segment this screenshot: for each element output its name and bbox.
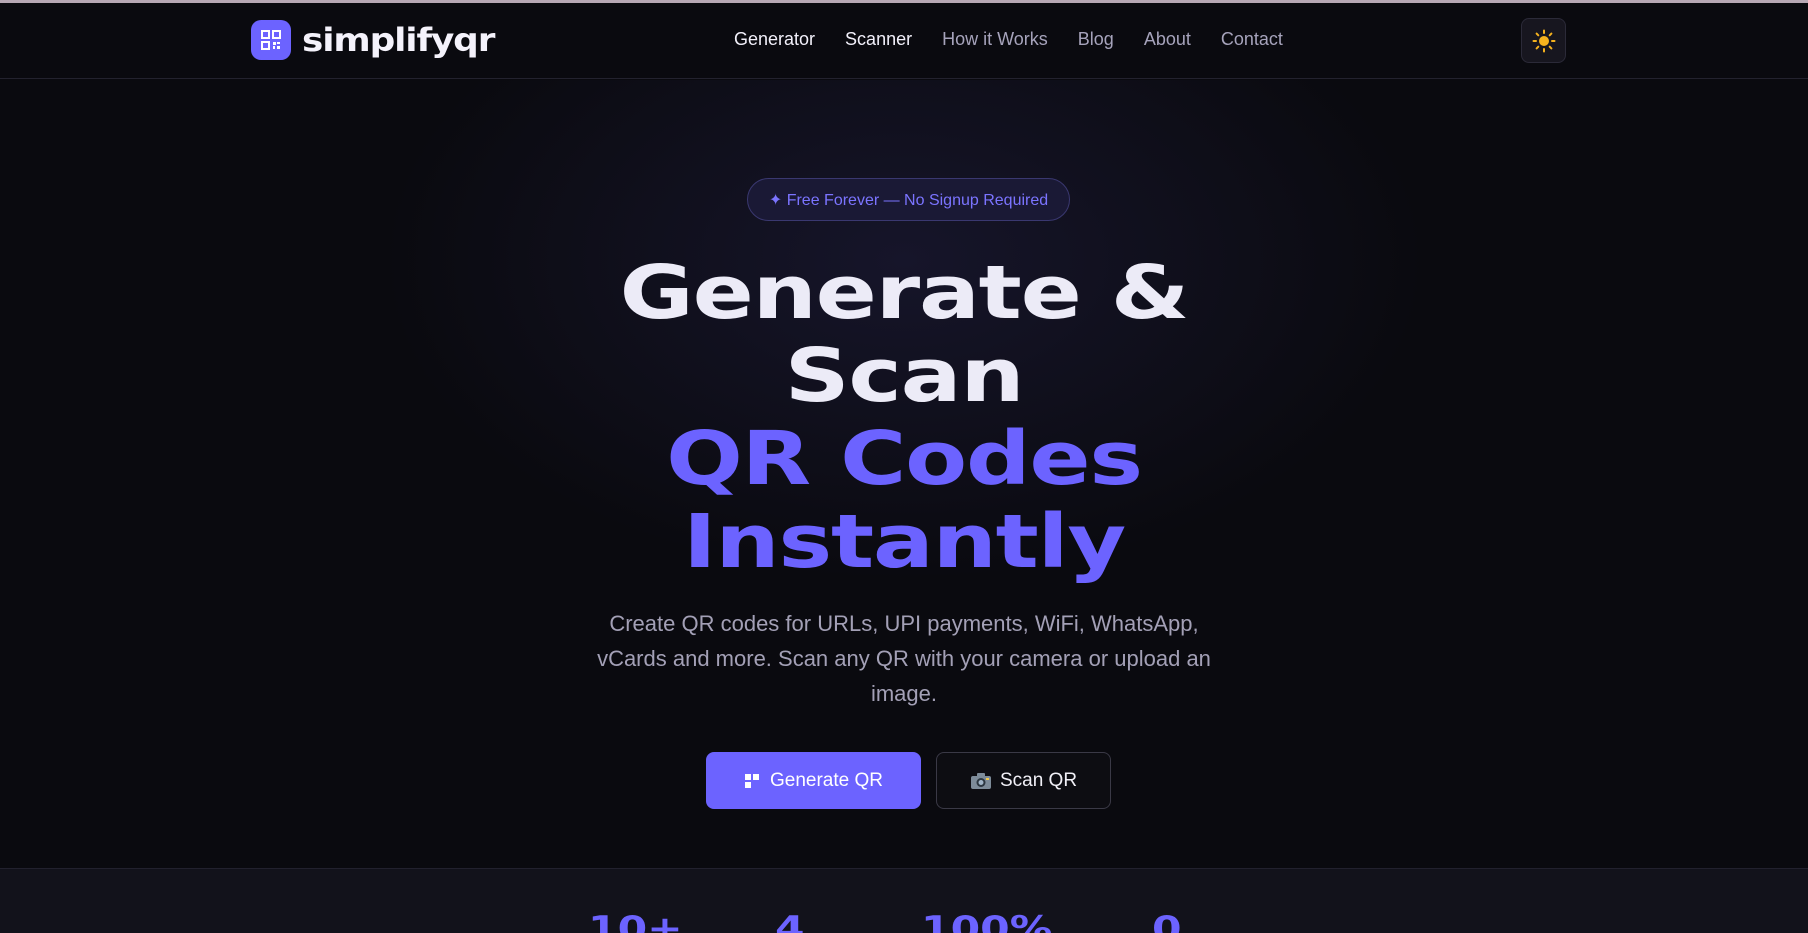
qr-logo-icon xyxy=(251,20,291,60)
headline-line-4: Instantly xyxy=(683,499,1126,585)
nav-about[interactable]: About xyxy=(1144,29,1191,50)
hero-subtitle: Create QR codes for URLs, UPI payments, … xyxy=(597,611,1211,706)
nav-blog[interactable]: Blog xyxy=(1078,29,1114,50)
stat-value: 4 xyxy=(775,909,805,933)
scan-qr-label: Scan QR xyxy=(999,769,1078,791)
theme-toggle-button[interactable] xyxy=(1521,18,1566,63)
free-badge: ✦ Free Forever — No Signup Required xyxy=(747,178,1070,221)
headline-line-1: Generate & xyxy=(619,250,1190,336)
nav-scanner[interactable]: Scanner xyxy=(845,29,912,50)
headline-line-2: Scan xyxy=(784,333,1025,419)
generate-qr-label: Generate QR xyxy=(770,769,883,791)
navbar: simplifyqr Generator Scanner How it Work… xyxy=(0,3,1808,79)
generate-qr-button[interactable]: Generate QR xyxy=(706,752,921,809)
logo[interactable]: simplifyqr xyxy=(251,20,495,60)
stat-value: 10+ xyxy=(588,909,683,933)
brand-name: simplifyqr xyxy=(302,21,495,59)
nav-how-it-works[interactable]: How it Works xyxy=(942,29,1048,50)
nav-contact[interactable]: Contact xyxy=(1221,29,1283,50)
stat-value: 0 xyxy=(1152,909,1182,933)
nav-links: Generator Scanner How it Works Blog Abou… xyxy=(734,29,1313,50)
camera-icon xyxy=(970,772,991,789)
nav-generator[interactable]: Generator xyxy=(734,29,815,50)
stat-value: 100% xyxy=(921,909,1053,933)
scan-qr-button[interactable]: Scan QR xyxy=(936,752,1111,809)
qr-icon xyxy=(745,773,759,788)
headline-line-3: QR Codes xyxy=(666,416,1143,502)
hero-section: ✦ Free Forever — No Signup Required Gene… xyxy=(0,80,1808,868)
stats-section: 10+ 4 100% 0 xyxy=(0,868,1808,933)
hero-headline: Generate & Scan QR Codes Instantly xyxy=(404,252,1404,584)
sun-icon xyxy=(1532,29,1555,52)
